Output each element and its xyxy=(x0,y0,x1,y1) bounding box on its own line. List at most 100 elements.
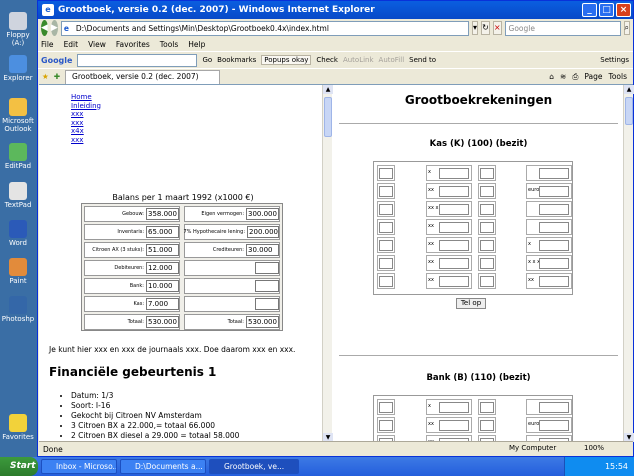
balans-value[interactable]: 300.000 xyxy=(246,208,279,220)
ledger-input[interactable] xyxy=(439,240,469,251)
back-button[interactable]: ◀ xyxy=(41,20,48,36)
ledger-input[interactable] xyxy=(439,168,469,179)
ledger-input[interactable] xyxy=(379,204,393,215)
sendto-button[interactable]: Send to xyxy=(409,56,436,64)
balans-value[interactable]: 12.000 xyxy=(146,262,179,274)
scroll-thumb[interactable] xyxy=(324,97,332,137)
ledger-input[interactable] xyxy=(480,222,494,233)
taskbar-item-documents[interactable]: D:\Documents a... xyxy=(120,459,206,474)
address-field[interactable]: D:\Documents and Settings\Min\Desktop\Gr… xyxy=(60,20,469,36)
ledger-input[interactable] xyxy=(480,276,494,287)
popups-button[interactable]: Popups okay xyxy=(261,55,312,65)
right-scrollbar[interactable]: ▲ ▼ xyxy=(623,85,634,442)
desktop-icon-outlook[interactable]: Microsoft Outlook xyxy=(0,98,36,133)
ledger-input[interactable] xyxy=(539,240,569,251)
ledger-input[interactable] xyxy=(480,420,494,431)
desktop-icon-editpad[interactable]: EditPad xyxy=(0,143,36,170)
link-xxx-1[interactable]: xxx xyxy=(71,110,101,119)
google-go-button[interactable]: Go xyxy=(202,56,212,64)
balans-value[interactable] xyxy=(255,262,279,274)
balans-value[interactable]: 530.000 xyxy=(146,316,179,328)
title-bar[interactable]: e Grootboek, versie 0.2 (dec. 2007) - Wi… xyxy=(38,1,633,19)
ledger-input[interactable] xyxy=(439,222,469,233)
balans-value[interactable]: 358.000 xyxy=(146,208,179,220)
menu-tools[interactable]: Tools xyxy=(160,40,178,49)
ledger-input[interactable] xyxy=(379,420,393,431)
balans-value[interactable]: 30.000 xyxy=(246,244,279,256)
ledger-input[interactable] xyxy=(379,276,393,287)
add-favorites-icon[interactable]: ✚ xyxy=(54,72,60,81)
balans-value[interactable]: 530.000 xyxy=(246,316,279,328)
ledger-input[interactable] xyxy=(379,222,393,233)
ledger-input[interactable] xyxy=(379,186,393,197)
ledger-input[interactable] xyxy=(480,240,494,251)
balans-value[interactable] xyxy=(255,298,279,310)
ledger-input[interactable] xyxy=(379,240,393,251)
ledger-input[interactable] xyxy=(480,258,494,269)
page-menu[interactable]: Page xyxy=(584,72,602,82)
ledger-input[interactable] xyxy=(439,402,469,413)
ledger-input[interactable] xyxy=(439,186,469,197)
ledger-input[interactable] xyxy=(439,258,469,269)
ledger-input[interactable] xyxy=(379,402,393,413)
desktop-icon-favorites[interactable]: Favorites xyxy=(0,414,36,441)
menu-favorites[interactable]: Favorites xyxy=(116,40,150,49)
home-icon[interactable]: ⌂ xyxy=(549,72,554,82)
ledger-input[interactable] xyxy=(379,258,393,269)
zoom-level[interactable]: 100% xyxy=(584,444,604,452)
menu-help[interactable]: Help xyxy=(188,40,205,49)
bookmarks-button[interactable]: Bookmarks xyxy=(217,56,256,64)
telop-button[interactable]: Tel op xyxy=(456,298,486,309)
desktop-icon-floppy[interactable]: Floppy (A:) xyxy=(0,12,36,47)
desktop-icon-word[interactable]: Word xyxy=(0,220,36,247)
link-x4x[interactable]: x4x xyxy=(71,127,101,136)
scroll-thumb[interactable] xyxy=(625,97,633,125)
ledger-input[interactable] xyxy=(480,168,494,179)
ledger-input[interactable] xyxy=(439,204,469,215)
search-icon[interactable]: ⌕ xyxy=(623,21,630,35)
favorites-star-icon[interactable]: ★ xyxy=(42,72,49,81)
stop-button[interactable]: × xyxy=(492,21,502,35)
tab-grootboek[interactable]: Grootboek, versie 0.2 (dec. 2007) xyxy=(65,69,220,84)
ledger-input[interactable] xyxy=(439,420,469,431)
tools-menu[interactable]: Tools xyxy=(609,72,627,82)
desktop-icon-paint[interactable]: Paint xyxy=(0,258,36,285)
menu-edit[interactable]: Edit xyxy=(64,40,79,49)
minimize-button[interactable]: _ xyxy=(582,3,597,17)
ledger-input[interactable] xyxy=(539,258,569,269)
taskbar-item-grootboek[interactable]: Grootboek, ve... xyxy=(209,459,299,474)
ledger-input[interactable] xyxy=(539,168,569,179)
start-button[interactable]: Start xyxy=(0,457,38,476)
ledger-input[interactable] xyxy=(480,204,494,215)
autolink-button[interactable]: AutoLink xyxy=(343,56,374,64)
desktop-icon-explorer[interactable]: Explorer xyxy=(0,55,36,82)
ledger-input[interactable] xyxy=(539,420,569,431)
dropdown-icon[interactable]: ▾ xyxy=(471,21,479,35)
refresh-button[interactable]: ↻ xyxy=(481,21,490,35)
balans-value[interactable]: 10.000 xyxy=(146,280,179,292)
settings-button[interactable]: Settings xyxy=(600,56,633,64)
menu-file[interactable]: File xyxy=(41,40,54,49)
scroll-up-icon[interactable]: ▲ xyxy=(323,85,333,94)
forward-button[interactable]: ▶ xyxy=(50,20,58,36)
maximize-button[interactable]: □ xyxy=(599,3,614,17)
ledger-input[interactable] xyxy=(379,168,393,179)
ledger-input[interactable] xyxy=(539,276,569,287)
menu-view[interactable]: View xyxy=(88,40,106,49)
link-xxx-2[interactable]: xxx xyxy=(71,119,101,128)
autofill-button[interactable]: AutoFill xyxy=(379,56,405,64)
ledger-input[interactable] xyxy=(439,276,469,287)
ledger-input[interactable] xyxy=(539,186,569,197)
taskbar-item-inbox[interactable]: Inbox - Microso... xyxy=(41,459,117,474)
ledger-input[interactable] xyxy=(539,204,569,215)
desktop-icon-textpad[interactable]: TextPad xyxy=(0,182,36,209)
link-xxx-3[interactable]: xxx xyxy=(71,136,101,145)
balans-value[interactable] xyxy=(255,280,279,292)
feeds-icon[interactable]: ≋ xyxy=(560,72,566,82)
left-scrollbar[interactable]: ▲ ▼ xyxy=(322,85,333,442)
google-search-input[interactable] xyxy=(77,53,198,67)
ledger-input[interactable] xyxy=(539,222,569,233)
print-icon[interactable]: ⎙ xyxy=(572,72,578,82)
balans-value[interactable]: 51.000 xyxy=(146,244,179,256)
close-button[interactable]: × xyxy=(616,3,631,17)
